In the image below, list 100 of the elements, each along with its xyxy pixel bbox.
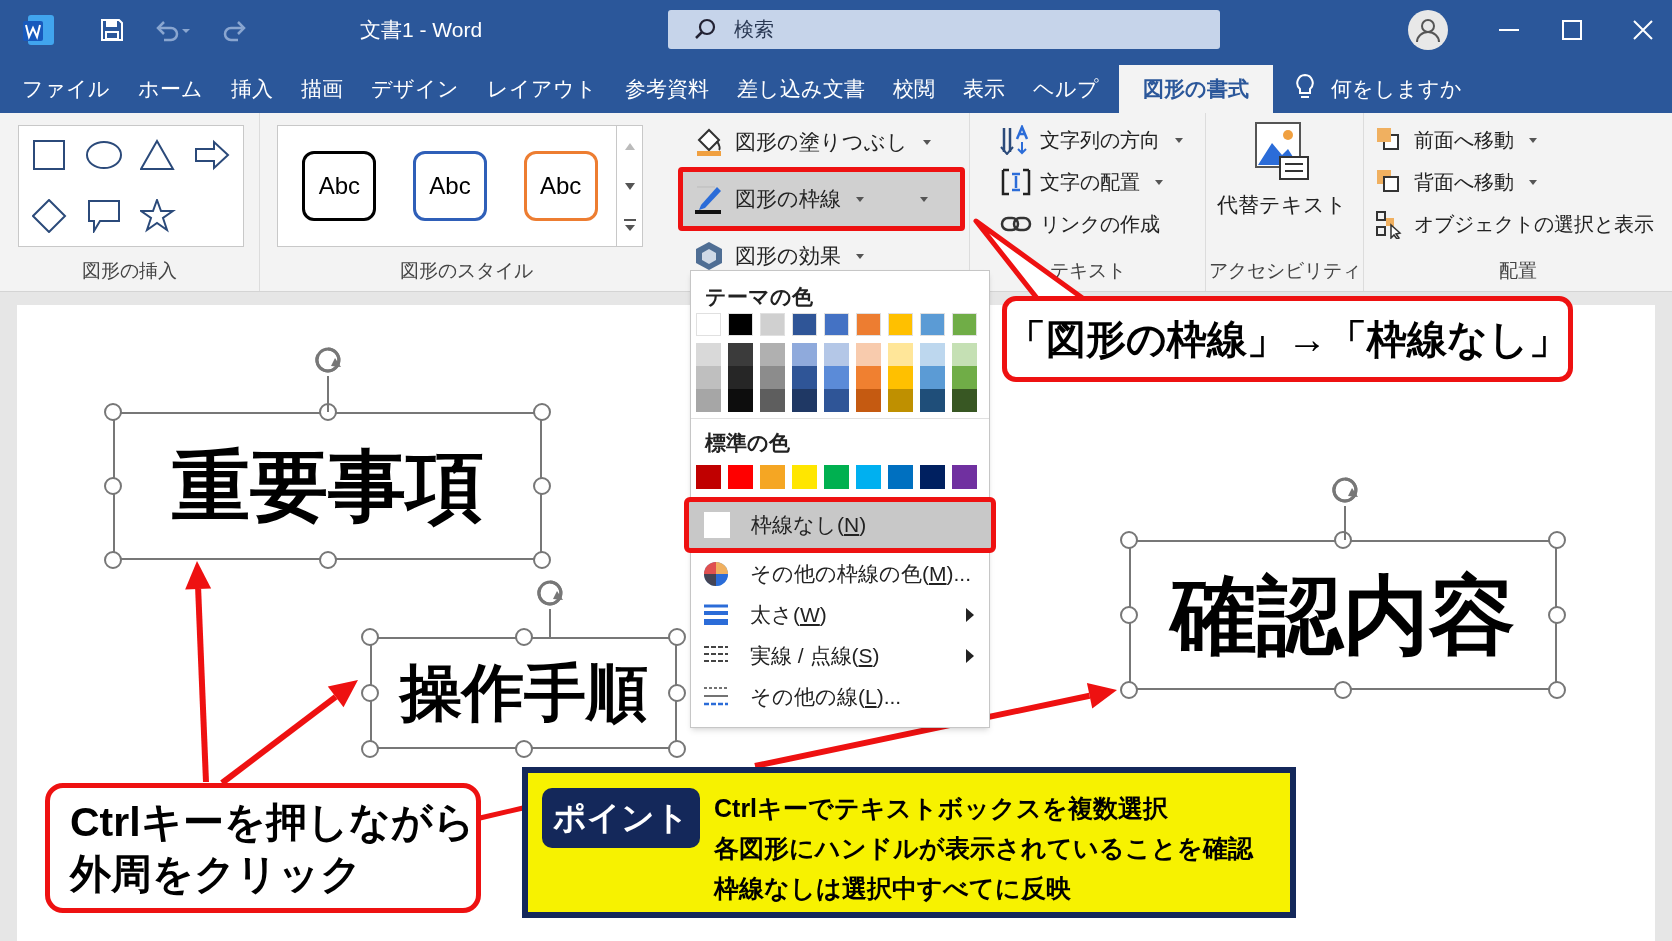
ribbon-button[interactable]: 前面へ移動 (1374, 119, 1654, 161)
color-swatch[interactable] (952, 389, 977, 412)
tab[interactable]: 校閲 (879, 65, 949, 113)
menu-item[interactable]: 太さ(W) (691, 594, 989, 635)
tell-me-field[interactable]: 何をしますか (1315, 65, 1478, 113)
color-swatch[interactable] (792, 343, 817, 366)
color-swatch[interactable] (792, 313, 817, 336)
color-swatch[interactable] (760, 343, 785, 366)
tab[interactable]: 参考資料 (611, 65, 723, 113)
caret-icon (855, 252, 865, 260)
tab[interactable]: 描画 (287, 65, 357, 113)
color-swatch[interactable] (792, 389, 817, 412)
alt-text-button[interactable]: 代替テキスト (1214, 121, 1350, 221)
color-swatch[interactable] (824, 313, 849, 336)
text-align-icon (1000, 167, 1032, 197)
color-swatch[interactable] (920, 366, 945, 389)
diamond-icon[interactable] (32, 199, 68, 233)
maximize-icon[interactable] (1562, 19, 1582, 40)
color-swatch[interactable] (952, 343, 977, 366)
color-swatch[interactable] (920, 313, 945, 336)
color-swatch[interactable] (856, 465, 881, 489)
triangle-icon[interactable] (140, 139, 176, 173)
search-field[interactable]: 検索 (668, 10, 1220, 49)
caret-icon[interactable] (919, 195, 929, 203)
color-swatch[interactable] (920, 343, 945, 366)
tab[interactable]: 差し込み文書 (723, 65, 879, 113)
menu-item[interactable]: その他の線(L)... (691, 676, 989, 717)
color-swatch[interactable] (696, 343, 721, 366)
color-swatch[interactable] (952, 465, 977, 489)
style-swatch[interactable]: Abc (413, 151, 487, 221)
ribbon-button[interactable]: リンクの作成 (1000, 203, 1184, 245)
color-swatch[interactable] (792, 465, 817, 489)
tab[interactable]: ホーム (124, 65, 217, 113)
color-swatch[interactable] (696, 389, 721, 412)
speech-bubble-icon[interactable] (86, 199, 122, 233)
color-swatch[interactable] (696, 465, 721, 489)
blank-swatch-icon (703, 511, 731, 539)
caret-icon (855, 195, 865, 203)
rectangle-icon[interactable] (32, 139, 68, 173)
color-swatch[interactable] (824, 343, 849, 366)
tab[interactable]: デザイン (357, 65, 473, 113)
tab[interactable]: 図形の書式 (1119, 65, 1273, 113)
color-swatch[interactable] (824, 366, 849, 389)
leader-line (479, 805, 524, 821)
color-swatch[interactable] (728, 366, 753, 389)
caret-icon (1154, 178, 1164, 186)
tab[interactable]: レイアウト (473, 65, 611, 113)
color-swatch[interactable] (824, 465, 849, 489)
color-swatch[interactable] (728, 313, 753, 336)
color-swatch[interactable] (856, 343, 881, 366)
color-swatch[interactable] (760, 465, 785, 489)
color-swatch[interactable] (760, 389, 785, 412)
color-swatch[interactable] (728, 343, 753, 366)
color-swatch[interactable] (952, 313, 977, 336)
color-swatch[interactable] (824, 389, 849, 412)
tab[interactable]: 挿入 (217, 65, 287, 113)
color-swatch[interactable] (760, 313, 785, 336)
tab[interactable]: ヘルプ (1019, 65, 1113, 113)
lightbulb-icon (1295, 73, 1315, 101)
color-swatch[interactable] (760, 366, 785, 389)
color-swatch[interactable] (888, 366, 913, 389)
ribbon-button[interactable]: オブジェクトの選択と表示 (1374, 203, 1654, 245)
color-swatch[interactable] (856, 313, 881, 336)
ribbon-button[interactable]: 図形の塗りつぶし (678, 117, 965, 167)
avatar-icon[interactable] (1408, 9, 1448, 50)
caret-icon (1528, 136, 1538, 144)
color-swatch[interactable] (792, 366, 817, 389)
color-swatch[interactable] (888, 389, 913, 412)
tab[interactable]: 表示 (949, 65, 1019, 113)
color-swatch[interactable] (728, 465, 753, 489)
ribbon-button[interactable]: 背面へ移動 (1374, 161, 1654, 203)
right-arrow-icon[interactable] (194, 139, 230, 173)
color-swatch[interactable] (888, 343, 913, 366)
menu-item[interactable]: 実線 / 点線(S) (691, 635, 989, 676)
ribbon-button[interactable]: 文字の配置 (1000, 161, 1184, 203)
menu-item[interactable]: その他の枠線の色(M)... (691, 553, 989, 594)
color-swatch[interactable] (888, 465, 913, 489)
style-swatch[interactable]: Abc (523, 151, 598, 221)
color-swatch[interactable] (920, 389, 945, 412)
color-wheel-icon (702, 559, 730, 588)
group-label: アクセシビリティ (1208, 258, 1361, 283)
color-swatch[interactable] (856, 366, 881, 389)
group-label: 配置 (1499, 258, 1537, 283)
style-swatch[interactable]: Abc (302, 151, 377, 221)
ribbon-button[interactable]: 文字列の方向 (1000, 119, 1184, 161)
close-icon[interactable] (1633, 19, 1653, 40)
color-swatch[interactable] (888, 313, 913, 336)
ribbon-button[interactable]: 図形の枠線 (678, 167, 965, 231)
color-swatch[interactable] (696, 366, 721, 389)
menu-item[interactable]: 枠線なし(N) (684, 497, 996, 553)
color-swatch[interactable] (728, 389, 753, 412)
save-icon[interactable] (100, 17, 124, 42)
color-swatch[interactable] (696, 313, 721, 336)
color-swatch[interactable] (952, 366, 977, 389)
color-swatch[interactable] (856, 389, 881, 412)
tip-text: Ctrlキーでテキストボックスを複数選択 (714, 793, 1170, 824)
tab[interactable]: ファイル (8, 65, 124, 113)
star-icon[interactable] (140, 199, 176, 233)
caret-icon (1174, 136, 1184, 144)
color-swatch[interactable] (920, 465, 945, 489)
